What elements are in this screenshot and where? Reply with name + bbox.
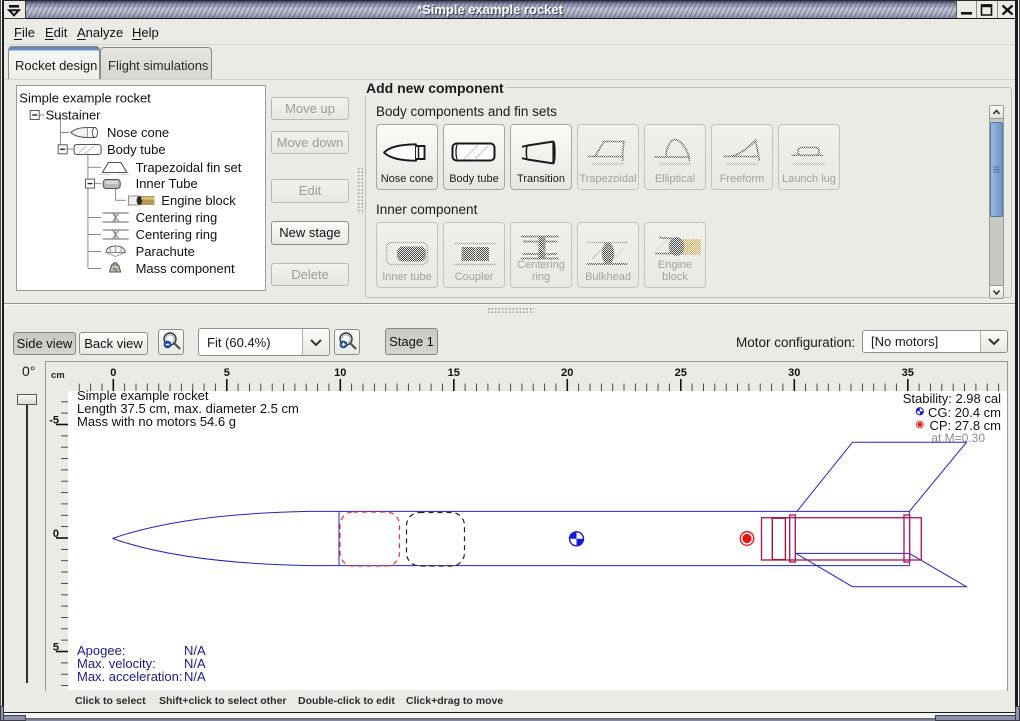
svg-text:5: 5 <box>224 367 230 379</box>
svg-text:5: 5 <box>53 642 59 654</box>
svg-text:Mass component: Mass component <box>136 261 235 276</box>
svg-text:0: 0 <box>53 528 59 540</box>
svg-text:10: 10 <box>334 367 346 379</box>
svg-text:Parachute: Parachute <box>136 244 195 259</box>
svg-text:Centering ring: Centering ring <box>136 227 218 242</box>
svg-text:0: 0 <box>110 367 116 379</box>
svg-text:Simple example rocket: Simple example rocket <box>19 91 151 106</box>
svg-text:30: 30 <box>788 367 800 379</box>
svg-text:Engine block: Engine block <box>161 193 236 208</box>
svg-text:-5: -5 <box>49 415 59 427</box>
svg-text:25: 25 <box>675 367 687 379</box>
svg-text:kg: kg <box>113 267 118 272</box>
svg-text:Centering ring: Centering ring <box>136 210 218 225</box>
svg-text:35: 35 <box>902 367 914 379</box>
svg-text:Body tube: Body tube <box>107 142 166 157</box>
svg-text:15: 15 <box>448 367 460 379</box>
svg-text:Trapezoidal fin set: Trapezoidal fin set <box>136 160 242 175</box>
svg-text:Inner Tube: Inner Tube <box>136 176 198 191</box>
svg-text:Nose cone: Nose cone <box>107 125 169 140</box>
svg-text:20: 20 <box>561 367 573 379</box>
svg-text:cm: cm <box>51 370 65 381</box>
svg-text:Sustainer: Sustainer <box>46 108 102 123</box>
